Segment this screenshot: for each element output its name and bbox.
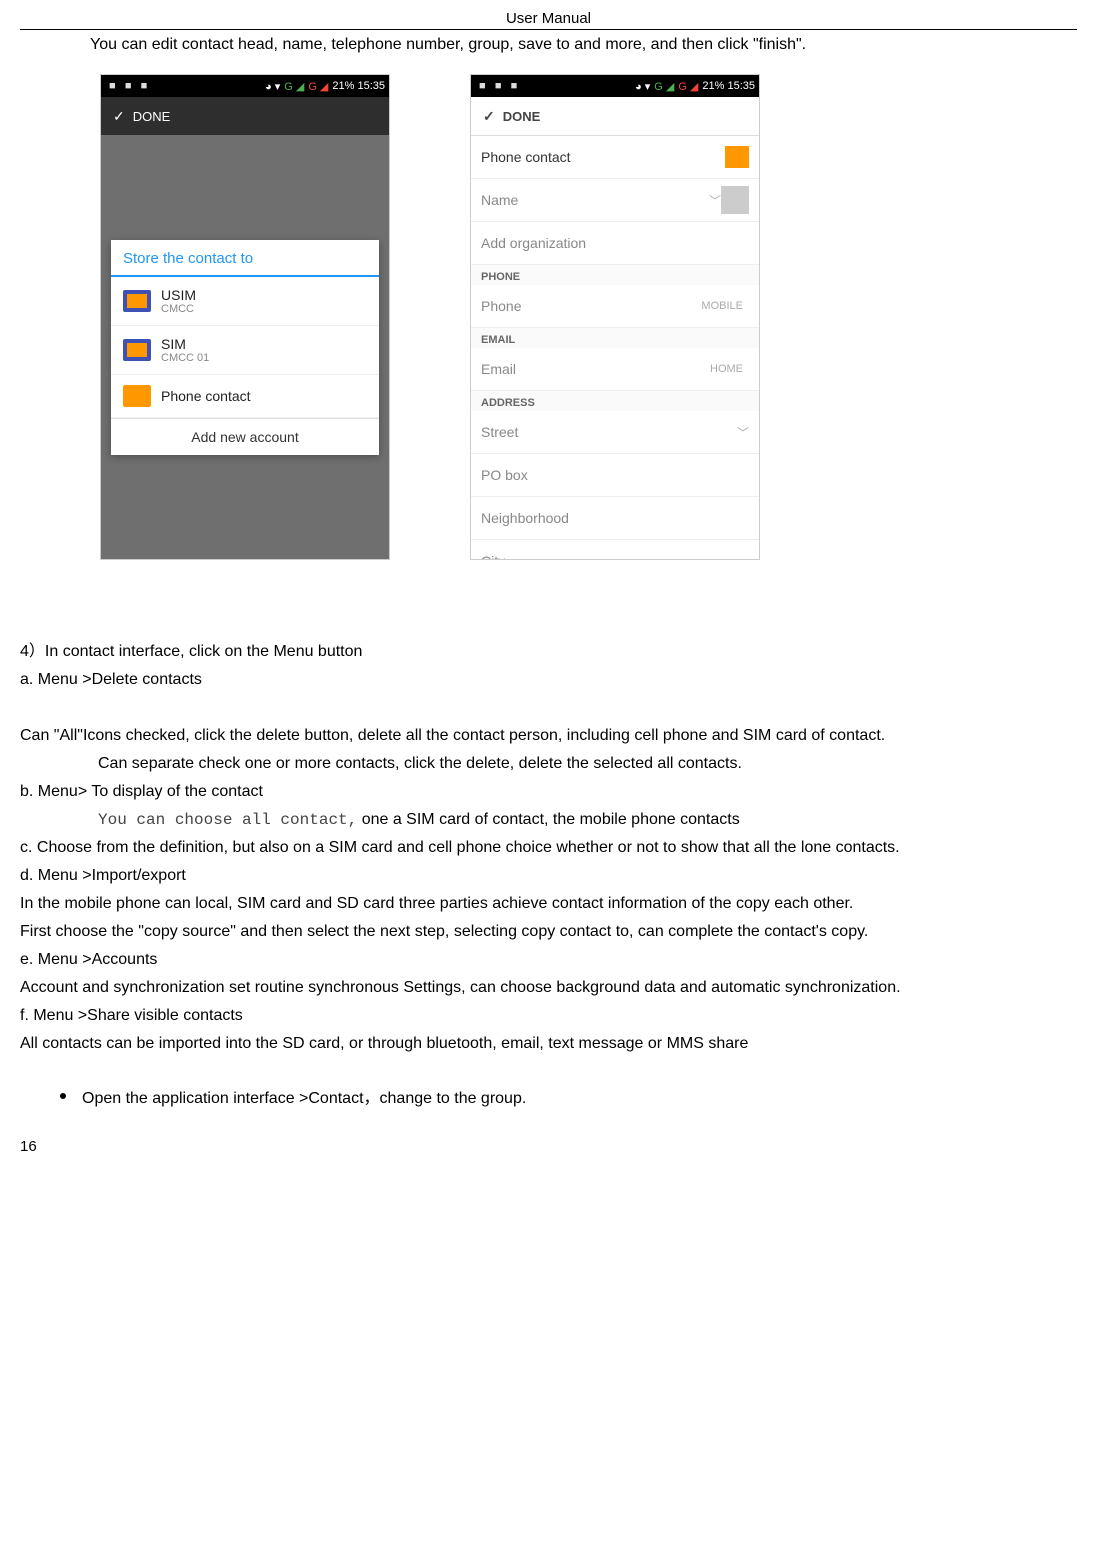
signal-icon-1: G ◢ — [654, 80, 674, 93]
check-icon: ✓ — [483, 108, 495, 125]
line-d: d. Menu >Import/export — [20, 864, 1057, 888]
row-email-field[interactable]: Email HOME — [471, 348, 759, 391]
done-label: DONE — [133, 109, 171, 124]
line-a: a. Menu >Delete contacts — [20, 668, 1057, 692]
dialog-row-phone[interactable]: Phone contact — [111, 375, 379, 418]
store-contact-dialog: Store the contact to USIM CMCC SIM CMCC … — [111, 240, 379, 455]
line-e: e. Menu >Accounts — [20, 948, 1057, 972]
line-d2: First choose the "copy source" and then … — [20, 920, 1057, 944]
row-sublabel: CMCC — [161, 303, 196, 315]
line-c: c. Choose from the definition, but also … — [20, 836, 1057, 860]
chevron-down-icon[interactable]: ﹀ — [709, 192, 721, 209]
page-number: 16 — [20, 1138, 1077, 1155]
row-neighborhood[interactable]: Neighborhood — [471, 497, 759, 540]
bullet-icon — [60, 1093, 66, 1099]
sim-icon — [123, 339, 151, 361]
row-label: SIM — [161, 336, 209, 352]
neighborhood-placeholder: Neighborhood — [481, 510, 569, 526]
dialog-row-usim[interactable]: USIM CMCC — [111, 277, 379, 326]
avatar-placeholder[interactable] — [721, 186, 749, 214]
check-icon: ✓ — [113, 108, 125, 125]
screenshot-edit-contact: ■ ■ ■ ◕ ▾ G ◢ G ◢ 21% 15:35 ✓ DONE Phone… — [470, 74, 760, 560]
signal-icon-2: G ◢ — [678, 80, 698, 93]
line-a1-wrap — [90, 696, 1057, 720]
contact-icon — [123, 385, 151, 407]
done-bar[interactable]: ✓ DONE — [471, 97, 759, 136]
line-a2: Can separate check one or more contacts,… — [98, 752, 1057, 776]
row-name[interactable]: Name ﹀ — [471, 179, 759, 222]
line-f1: All contacts can be imported into the SD… — [20, 1032, 1057, 1056]
sim-icon — [123, 290, 151, 312]
dialog-row-sim[interactable]: SIM CMCC 01 — [111, 326, 379, 375]
row-city[interactable]: City — [471, 540, 759, 559]
signal-icon-2: G ◢ — [308, 80, 328, 93]
section-address: ADDRESS — [471, 391, 759, 411]
battery-time: 21% 15:35 — [702, 80, 755, 92]
name-placeholder: Name — [481, 192, 518, 208]
status-bar: ■ ■ ■ ◕ ▾ G ◢ G ◢ 21% 15:35 — [471, 75, 759, 97]
dialog-footer-add-account[interactable]: Add new account — [111, 418, 379, 455]
line-d1: In the mobile phone can local, SIM card … — [20, 892, 1057, 916]
row-pobox[interactable]: PO box — [471, 454, 759, 497]
line-b: b. Menu> To display of the contact — [20, 780, 1057, 804]
row-street[interactable]: Street ﹀ — [471, 411, 759, 454]
row-sublabel: CMCC 01 — [161, 352, 209, 364]
street-placeholder: Street — [481, 424, 518, 440]
bullet-text: Open the application interface >Contact，… — [82, 1084, 526, 1108]
section-email: EMAIL — [471, 328, 759, 348]
section-phone: PHONE — [471, 265, 759, 285]
line-b1: You can choose all contact, one a SIM ca… — [98, 808, 1057, 832]
email-placeholder: Email — [481, 361, 516, 377]
contact-form: Phone contact Name ﹀ Add organization PH… — [471, 136, 759, 559]
status-left-icons: ■ ■ ■ — [479, 80, 517, 92]
status-bar: ■ ■ ■ ◕ ▾ G ◢ G ◢ 21% 15:35 — [101, 75, 389, 97]
row-add-organization[interactable]: Add organization — [471, 222, 759, 265]
header-rule — [20, 29, 1077, 30]
dialog-title: Store the contact to — [111, 240, 379, 277]
line-b-head: b. Menu> — [20, 783, 87, 800]
wifi-icon: ◕ ▾ — [265, 80, 280, 93]
wifi-icon: ◕ ▾ — [635, 80, 650, 93]
email-type[interactable]: HOME — [710, 363, 743, 375]
phone-type[interactable]: MOBILE — [701, 300, 743, 312]
page-header: User Manual — [20, 10, 1077, 27]
field-label: Phone contact — [481, 149, 571, 165]
status-left-icons: ■ ■ ■ — [109, 80, 147, 92]
screenshot-store-contact: ■ ■ ■ ◕ ▾ G ◢ G ◢ 21% 15:35 ✓ DONE Store… — [100, 74, 390, 560]
phone-placeholder: Phone — [481, 298, 521, 314]
row-phone-contact[interactable]: Phone contact — [471, 136, 759, 179]
contact-icon — [725, 146, 749, 168]
line-b1-rest: one a SIM card of contact, the mobile ph… — [357, 811, 739, 828]
line-f: f. Menu >Share visible contacts — [20, 1004, 1057, 1028]
dialog-backdrop: Store the contact to USIM CMCC SIM CMCC … — [101, 135, 389, 559]
city-placeholder: City — [481, 553, 505, 559]
row-label: USIM — [161, 287, 196, 303]
addorg-placeholder: Add organization — [481, 235, 586, 251]
line-b-rest: To display of the contact — [87, 783, 263, 800]
bullet-open-app: Open the application interface >Contact，… — [60, 1084, 1077, 1108]
battery-time: 21% 15:35 — [332, 80, 385, 92]
done-bar[interactable]: ✓ DONE — [101, 97, 389, 135]
line-e1: Account and synchronization set routine … — [20, 976, 1057, 1000]
body-text: 4）In contact interface, click on the Men… — [20, 640, 1077, 1108]
pobox-placeholder: PO box — [481, 467, 528, 483]
line-a1: Can "All"Icons checked, click the delete… — [20, 724, 1057, 748]
intro-paragraph: You can edit contact head, name, telepho… — [90, 36, 1037, 54]
line-4: 4）In contact interface, click on the Men… — [20, 640, 1057, 664]
done-label: DONE — [503, 109, 541, 124]
screenshot-row: ■ ■ ■ ◕ ▾ G ◢ G ◢ 21% 15:35 ✓ DONE Store… — [100, 74, 1077, 560]
row-label: Phone contact — [161, 388, 251, 404]
row-phone-field[interactable]: Phone MOBILE — [471, 285, 759, 328]
signal-icon-1: G ◢ — [284, 80, 304, 93]
chevron-down-icon[interactable]: ﹀ — [737, 424, 749, 441]
line-b1-mono: You can choose all contact, — [98, 811, 357, 829]
